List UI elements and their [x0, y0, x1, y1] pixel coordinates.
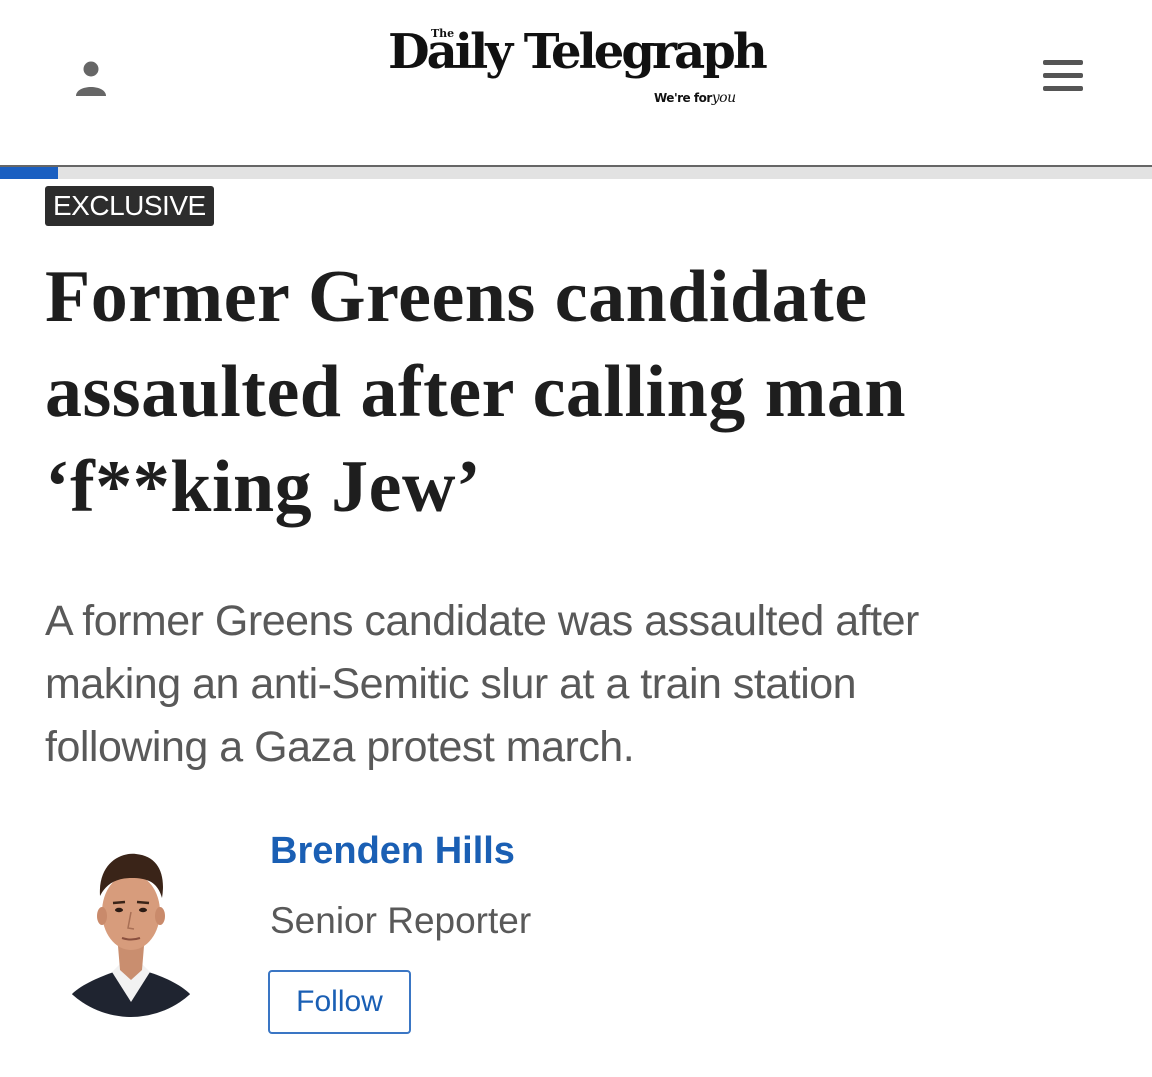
headline-line: assaulted after calling man — [45, 351, 907, 433]
logo-name: Daily Telegraph — [388, 24, 768, 80]
user-icon — [76, 61, 106, 96]
headline-line: ‘f**king Jew’ — [45, 446, 482, 528]
author-role: Senior Reporter — [270, 900, 532, 941]
reading-progress-bar — [0, 165, 1152, 179]
headline: Former Greens candidate assaulted after … — [45, 250, 1105, 535]
standfirst-line: A former Greens candidate was assaulted … — [45, 597, 919, 645]
follow-button[interactable]: Follow — [268, 970, 411, 1034]
headline-line: Former Greens candidate — [45, 256, 868, 338]
account-button[interactable] — [66, 56, 116, 102]
exclusive-badge: EXCLUSIVE — [45, 186, 214, 226]
menu-button[interactable] — [1043, 58, 1083, 94]
standfirst-line: following a Gaza protest march. — [45, 723, 635, 771]
standfirst: A former Greens candidate was assaulted … — [45, 590, 1085, 779]
site-logo[interactable]: The Daily Telegraph We're foryou — [388, 22, 768, 118]
author-name-link[interactable]: Brenden Hills — [270, 826, 515, 876]
reading-progress-fill — [0, 167, 58, 179]
logo-tagline: We're foryou — [654, 90, 736, 106]
tagline-script: you — [711, 90, 736, 106]
author-avatar[interactable] — [72, 834, 190, 1020]
standfirst-line: making an anti-Semitic slur at a train s… — [45, 660, 857, 708]
site-header: The Daily Telegraph We're foryou — [0, 0, 1152, 165]
tagline-prefix: We're for — [654, 91, 712, 105]
